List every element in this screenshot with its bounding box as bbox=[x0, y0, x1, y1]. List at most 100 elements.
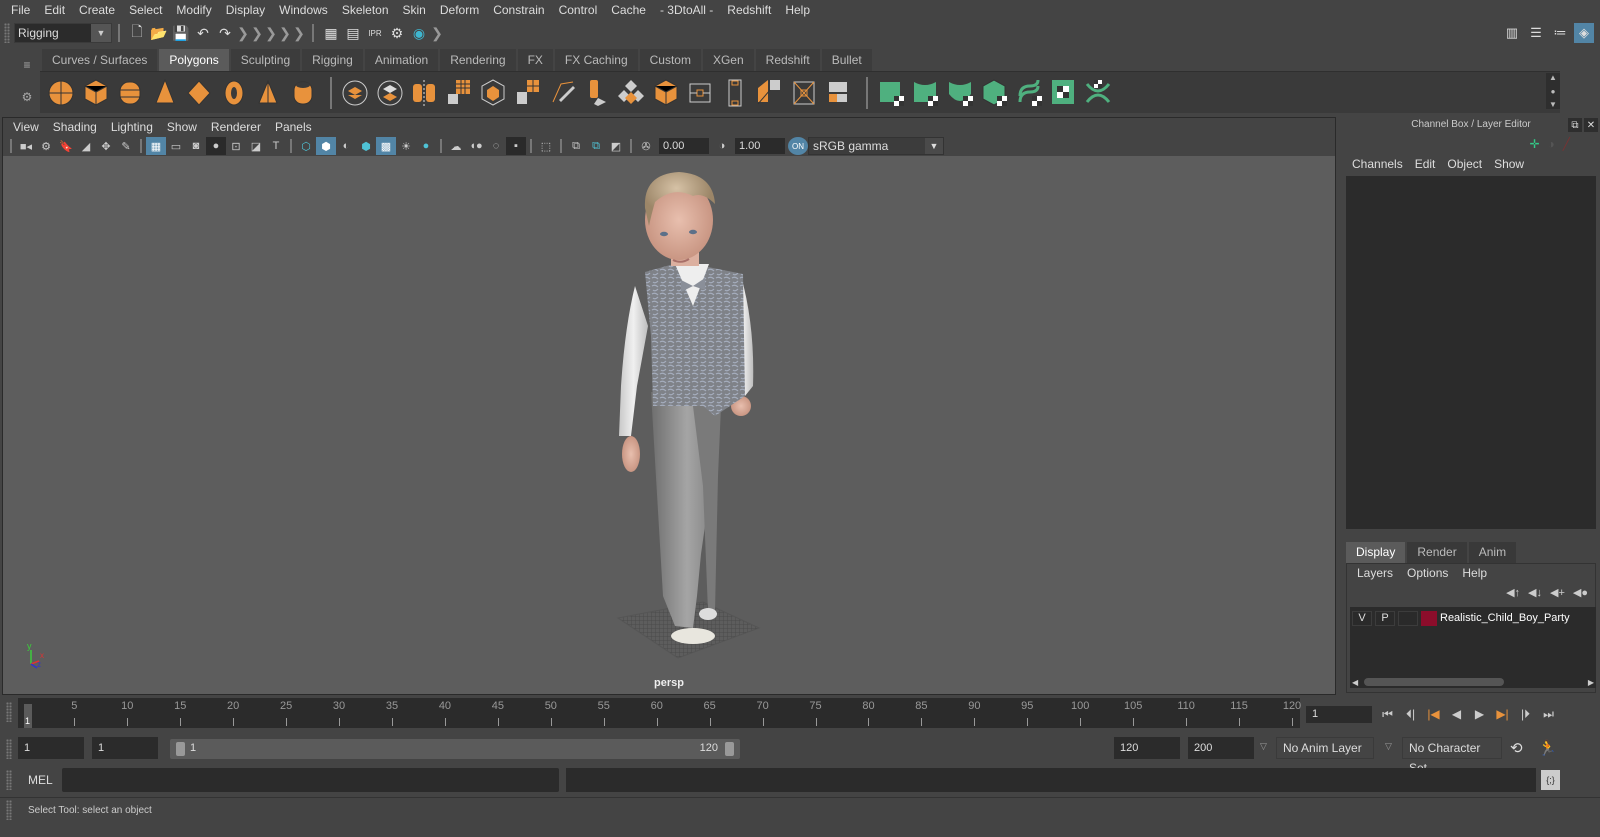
panel-menu-lighting[interactable]: Lighting bbox=[104, 120, 160, 134]
smooth-icon[interactable] bbox=[444, 76, 474, 110]
modeling-toolkit-icon[interactable]: ▥ bbox=[1502, 23, 1522, 43]
motion-blur-icon[interactable]: ◖● bbox=[466, 137, 486, 155]
gamma-icon[interactable]: ◑ bbox=[712, 137, 732, 155]
menu-select[interactable]: Select bbox=[122, 3, 169, 17]
pin-icon[interactable]: ╱ bbox=[1563, 137, 1570, 151]
exposure-field[interactable]: 0.00 bbox=[659, 138, 709, 154]
panel-menu-shading[interactable]: Shading bbox=[46, 120, 104, 134]
smooth-shade-icon[interactable]: ⬢ bbox=[316, 137, 336, 155]
texture-editor-icon[interactable] bbox=[1048, 76, 1078, 110]
current-time-marker[interactable]: 1 bbox=[24, 704, 32, 728]
layer-menu-options[interactable]: Options bbox=[1400, 566, 1455, 580]
go-to-end-icon[interactable]: ⏭ bbox=[1539, 704, 1558, 724]
menu-edit[interactable]: Edit bbox=[37, 3, 72, 17]
render-current-icon[interactable]: ▤ bbox=[342, 23, 364, 43]
chevron-down-icon[interactable]: ▽ bbox=[1260, 741, 1267, 752]
cylindrical-map-icon[interactable] bbox=[945, 76, 975, 110]
step-back-frame-icon[interactable]: ⏴| bbox=[1401, 704, 1420, 724]
close-icon[interactable]: ✕ bbox=[1584, 118, 1598, 132]
wireframe-icon[interactable]: ⬡ bbox=[296, 137, 316, 155]
go-to-start-icon[interactable]: ⏮ bbox=[1378, 704, 1397, 724]
gamma-field[interactable]: 1.00 bbox=[735, 138, 785, 154]
shelf-tab-fx[interactable]: FX bbox=[517, 49, 553, 71]
combine-icon[interactable] bbox=[340, 76, 370, 110]
isolate-select-icon[interactable]: ⬚ bbox=[536, 137, 556, 155]
menu-create[interactable]: Create bbox=[72, 3, 122, 17]
grip-handle[interactable] bbox=[4, 23, 10, 43]
poly-torus-icon[interactable] bbox=[219, 76, 249, 110]
menu-windows[interactable]: Windows bbox=[272, 3, 335, 17]
manipulator-axes-icon[interactable]: ✛ bbox=[1529, 137, 1539, 151]
view-transform-dropdown[interactable]: sRGB gamma ▼ bbox=[808, 137, 944, 155]
film-gate-icon[interactable]: ▭ bbox=[166, 137, 186, 155]
multi-cut-icon[interactable] bbox=[547, 76, 577, 110]
shelf-tab-custom[interactable]: Custom bbox=[639, 49, 701, 71]
visibility-toggle[interactable]: V bbox=[1352, 610, 1372, 626]
poly-pipe-icon[interactable] bbox=[288, 76, 318, 110]
xray-joints-icon[interactable]: ◩ bbox=[606, 137, 626, 155]
range-start-handle[interactable] bbox=[176, 742, 185, 756]
playback-start-field[interactable]: 1 bbox=[92, 737, 158, 759]
mirror-icon[interactable] bbox=[409, 76, 439, 110]
new-layer-from-selected-icon[interactable]: ◀● bbox=[1573, 586, 1588, 599]
grip-handle[interactable] bbox=[6, 702, 12, 722]
undo-icon[interactable]: ↶ bbox=[192, 23, 214, 43]
uv-sew-icon[interactable] bbox=[1083, 76, 1113, 110]
collapse-arrow-icon[interactable]: ❯ bbox=[278, 23, 292, 43]
xray-active-components-icon[interactable]: ⧉ bbox=[586, 137, 606, 155]
layer-color-swatch[interactable] bbox=[1421, 610, 1437, 626]
collapse-arrow-icon[interactable]: ❯ bbox=[250, 23, 264, 43]
image-plane-icon[interactable]: ◢ bbox=[76, 137, 96, 155]
play-forwards-icon[interactable]: ▶ bbox=[1470, 704, 1489, 724]
menu-deform[interactable]: Deform bbox=[433, 3, 486, 17]
safe-title-icon[interactable]: T bbox=[266, 137, 286, 155]
layer-row[interactable]: V P Realistic_Child_Boy_Party bbox=[1352, 610, 1570, 626]
gear-icon[interactable]: ⚙ bbox=[22, 90, 33, 104]
unfold-icon[interactable] bbox=[1014, 76, 1044, 110]
current-frame-field[interactable]: 1 bbox=[1306, 706, 1372, 723]
poly-pyramid-icon[interactable] bbox=[253, 76, 283, 110]
bevel-icon[interactable] bbox=[478, 76, 508, 110]
target-weld-icon[interactable] bbox=[651, 76, 681, 110]
menu-control[interactable]: Control bbox=[552, 3, 605, 17]
grid-icon[interactable]: ▦ bbox=[146, 137, 166, 155]
channel-box-menu-edit[interactable]: Edit bbox=[1409, 157, 1442, 171]
shelf-tab-sculpting[interactable]: Sculpting bbox=[230, 49, 301, 71]
shelf-tab-curves-surfaces[interactable]: Curves / Surfaces bbox=[42, 49, 158, 71]
playback-end-field[interactable]: 120 bbox=[1114, 737, 1180, 759]
scroll-dot-icon[interactable]: ● bbox=[1551, 87, 1556, 96]
anti-aliasing-icon[interactable]: ◌ bbox=[486, 137, 506, 155]
shelf-tab-redshift[interactable]: Redshift bbox=[755, 49, 820, 71]
time-slider[interactable]: 5 10 15 20 25 30 35 40 45 50 55 60 65 70 75 80 85 90 95 100… bbox=[18, 698, 1301, 728]
shadows-icon[interactable]: ● bbox=[416, 137, 436, 155]
scene-start-field[interactable]: 1 bbox=[18, 737, 84, 759]
character-set-dropdown[interactable]: No Character Set bbox=[1402, 737, 1502, 775]
menu-3dtoall[interactable]: - 3DtoAll - bbox=[653, 3, 720, 17]
script-editor-icon[interactable]: {;} bbox=[1541, 770, 1560, 790]
use-default-material-icon[interactable]: ◐ bbox=[336, 137, 356, 155]
fill-hole-icon[interactable] bbox=[754, 76, 784, 110]
shelf-tab-polygons[interactable]: Polygons bbox=[159, 49, 229, 71]
exposure-icon[interactable]: ✇ bbox=[636, 137, 656, 155]
panel-menu-renderer[interactable]: Renderer bbox=[204, 120, 268, 134]
grip-handle[interactable] bbox=[6, 800, 12, 820]
open-scene-icon[interactable]: 📂 bbox=[148, 23, 170, 43]
step-back-key-icon[interactable]: |◀ bbox=[1424, 704, 1443, 724]
grip-handle[interactable] bbox=[6, 770, 12, 790]
display-type-toggle[interactable] bbox=[1398, 610, 1418, 626]
scroll-right-icon[interactable]: ▶ bbox=[1588, 678, 1594, 687]
float-panel-icon[interactable]: ⧉ bbox=[1568, 118, 1582, 132]
step-forward-key-icon[interactable]: ▶| bbox=[1493, 704, 1512, 724]
layer-menu-help[interactable]: Help bbox=[1455, 566, 1494, 580]
panel-menu-show[interactable]: Show bbox=[160, 120, 204, 134]
attribute-editor-icon[interactable]: ☰ bbox=[1526, 23, 1546, 43]
poly-cube-icon[interactable] bbox=[81, 76, 111, 110]
field-chart-icon[interactable]: ⊡ bbox=[226, 137, 246, 155]
ipr-render-icon[interactable]: IPR bbox=[364, 23, 386, 43]
poly-plane-icon[interactable] bbox=[184, 76, 214, 110]
layer-tab-display[interactable]: Display bbox=[1346, 542, 1406, 563]
gate-mask-icon[interactable]: ● bbox=[206, 137, 226, 155]
panel-menu-panels[interactable]: Panels bbox=[268, 120, 319, 134]
anim-layer-dropdown[interactable]: No Anim Layer bbox=[1276, 737, 1374, 759]
menu-modify[interactable]: Modify bbox=[169, 3, 218, 17]
